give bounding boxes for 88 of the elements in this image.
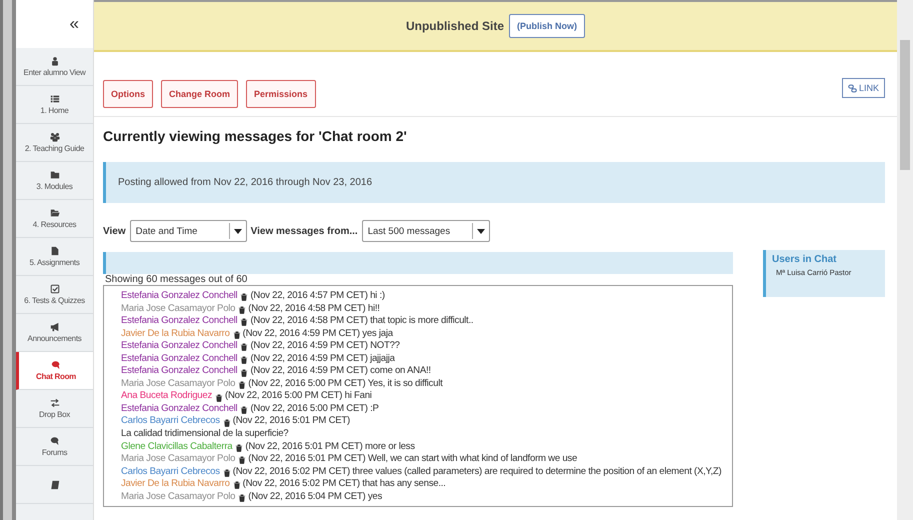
sidebar-item[interactable]: Enter alumno View <box>16 48 93 86</box>
trash-icon[interactable] <box>222 468 231 477</box>
message-author: Carlos Bayarri Cebrecos <box>121 415 220 428</box>
sidebar-item[interactable]: Forums <box>16 428 93 466</box>
link-button[interactable]: LINK <box>842 78 885 98</box>
scrollbar[interactable] <box>897 0 913 520</box>
message-author: Ana Buceta Rodriguez <box>121 390 212 403</box>
check-icon <box>50 284 60 294</box>
trash-icon[interactable] <box>235 444 244 452</box>
notice-text: Posting allowed from Nov 22, 2016 through Nov 23, 2016 <box>118 177 372 188</box>
sidebar-item[interactable]: 1. Home <box>16 86 93 124</box>
message-author: Glene Clavicillas Cabalterra <box>121 440 232 454</box>
swap-icon <box>50 398 60 408</box>
status-text: Unpublished Site <box>406 19 504 33</box>
message-text: (Nov 22, 2016 4:59 PM CET) jajjajja <box>250 352 395 366</box>
trash-icon[interactable] <box>238 456 246 464</box>
message-author: Estefania Gonzalez Conchell <box>121 340 238 353</box>
message-text: (Nov 22, 2016 5:00 PM CET) :P <box>250 402 379 416</box>
toolbar-button[interactable]: Change Room <box>161 80 238 108</box>
list-icon <box>50 94 60 104</box>
message-author: Maria Jose Casamayor Polo <box>121 302 236 316</box>
view-dropdown[interactable]: Date and Time <box>130 220 247 242</box>
trash-icon[interactable] <box>215 394 223 402</box>
chat-icon <box>51 360 61 370</box>
trash-icon[interactable] <box>232 330 241 339</box>
users-title: Users in Chat <box>772 254 838 265</box>
trash-icon[interactable] <box>240 318 248 326</box>
trash-icon[interactable] <box>222 418 231 427</box>
file-icon <box>50 246 60 256</box>
trash-icon[interactable] <box>240 293 248 302</box>
message-text: (Nov 22, 2016 4:59 PM CET) NOT?? <box>250 340 400 353</box>
chat-icon <box>50 436 60 446</box>
message-text: (Nov 22, 2016 5:01 PM CET) Well, we can start with what kind of landform we use <box>248 453 578 466</box>
people-icon <box>50 132 60 142</box>
message-count: Showing 60 messages out of 60 <box>104 274 248 285</box>
sidebar-item[interactable]: 3. Modules <box>16 162 93 200</box>
message-text: (Nov 22, 2016 5:01 PM CET) <box>232 415 350 428</box>
message-author: Javier De la Rubia Navarro <box>121 328 230 340</box>
message-text: (Nov 22, 2016 4:59 PM CET) yes jaja <box>242 328 393 340</box>
trash-icon[interactable] <box>240 356 248 364</box>
message-text: La calidad tridimensional de la superficie? <box>121 428 288 441</box>
message-author: Estefania Gonzalez Conchell <box>121 352 238 366</box>
trash-icon[interactable] <box>240 406 248 414</box>
toolbar-button[interactable]: Options <box>103 80 153 108</box>
message-author: Javier De la Rubia Navarro <box>121 478 230 491</box>
sidebar-item[interactable]: Chat Room <box>16 352 93 390</box>
trash-icon[interactable] <box>238 306 246 314</box>
trash-icon[interactable] <box>238 381 246 390</box>
toolbar-button[interactable]: Permissions <box>246 80 316 108</box>
book-icon <box>50 480 60 490</box>
person-icon <box>50 56 60 66</box>
page-heading: Currently viewing messages for 'Chat room 2' <box>103 128 408 144</box>
trash-icon[interactable] <box>238 494 246 502</box>
message-author: Carlos Bayarri Cebrecos <box>121 466 220 478</box>
trash-icon[interactable] <box>232 481 241 490</box>
message-text: (Nov 22, 2016 5:02 PM CET) three values (called parameters) are required to determine the position of an element (X,Y,Z) <box>232 466 722 478</box>
message-text: (Nov 22, 2016 5:02 PM CET) that has any sense... <box>242 478 446 491</box>
sidebar-item[interactable]: 6. Tests & Quizzes <box>16 276 93 314</box>
message-text: (Nov 22, 2016 5:00 PM CET) Yes, it is so difficult <box>248 378 442 390</box>
messages-from-label: View messages from... <box>250 226 358 236</box>
message-author: Estefania Gonzalez Conchell <box>121 290 238 303</box>
link-icon <box>848 84 857 92</box>
megaphone-icon <box>50 322 60 332</box>
message-text: (Nov 22, 2016 5:04 PM CET) yes <box>248 490 382 504</box>
message-author: Estefania Gonzalez Conchell <box>121 365 238 378</box>
sidebar-item[interactable]: 4. Resources <box>16 200 93 238</box>
trash-icon[interactable] <box>240 368 248 377</box>
message-text: (Nov 22, 2016 4:59 PM CET) come on ANA!! <box>250 365 431 378</box>
folder-open-icon <box>50 208 60 218</box>
message-author: Maria Jose Casamayor Polo <box>121 378 236 390</box>
message-text: (Nov 22, 2016 4:58 PM CET) hi!! <box>248 302 380 316</box>
collapse-button[interactable]: « <box>16 0 93 48</box>
message-author: Maria Jose Casamayor Polo <box>121 453 236 466</box>
messages-from-dropdown[interactable]: Last 500 messages <box>362 220 490 242</box>
folder-icon <box>50 170 60 180</box>
sidebar-item[interactable]: 2. Teaching Guide <box>16 124 93 162</box>
message-text: (Nov 22, 2016 5:00 PM CET) hi Fani <box>225 390 372 403</box>
sidebar-item[interactable]: 5. Assignments <box>16 238 93 276</box>
message-text: (Nov 22, 2016 4:58 PM CET) that topic is more difficult.. <box>250 315 474 328</box>
trash-icon[interactable] <box>240 343 248 352</box>
message-author: Estefania Gonzalez Conchell <box>121 402 238 416</box>
message-author: Maria Jose Casamayor Polo <box>121 490 236 504</box>
message-text: (Nov 22, 2016 5:01 PM CET) more or less <box>245 440 415 454</box>
view-label: View <box>103 226 126 236</box>
message-text: (Nov 22, 2016 4:57 PM CET) hi :) <box>250 290 385 303</box>
publish-button[interactable]: (Publish Now) <box>509 14 585 38</box>
message-author: Estefania Gonzalez Conchell <box>121 315 238 328</box>
sidebar-item[interactable]: Drop Box <box>16 390 93 428</box>
